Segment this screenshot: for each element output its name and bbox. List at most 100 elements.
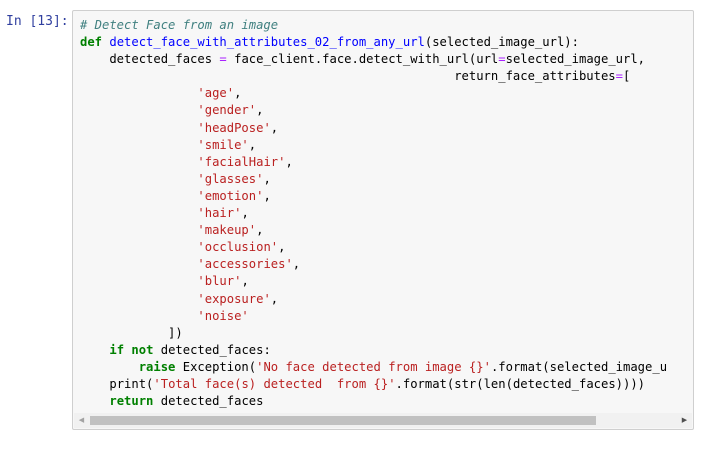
code-token: 'accessories'	[197, 257, 293, 272]
code-token: detected_faces:	[153, 342, 271, 357]
code-token: =	[219, 52, 227, 67]
code-token: =	[498, 52, 506, 67]
code-token: detected_faces	[153, 394, 264, 409]
code-content[interactable]: # Detect Face from an image def detect_fa…	[80, 17, 693, 410]
code-token: 'headPose'	[197, 120, 271, 135]
scroll-left-icon[interactable]: ◀	[74, 413, 89, 428]
code-line: return detected_faces	[80, 393, 693, 410]
code-line: detected_faces = face_client.face.detect…	[80, 51, 693, 68]
code-line: raise Exception('No face detected from i…	[80, 359, 693, 376]
code-token: Exception	[182, 359, 249, 374]
code-token: .format(selected_image_u	[490, 359, 668, 374]
code-token: ,	[270, 120, 279, 135]
code-token: =	[615, 69, 623, 84]
code-token: 'Total face(s) detected from {}'	[153, 376, 396, 391]
code-line: 'accessories',	[80, 256, 693, 273]
code-token: ,	[263, 188, 271, 203]
code-token: ,	[241, 274, 249, 289]
code-line: 'gender',	[80, 102, 693, 119]
code-token: ,	[270, 291, 279, 306]
code-token: ,	[241, 206, 249, 221]
code-line: 'age',	[80, 85, 693, 102]
code-token: ,	[234, 86, 242, 101]
code-token: (detected_faces))))	[505, 376, 646, 391]
horizontal-scrollbar[interactable]: ◀ ▶	[74, 413, 692, 428]
code-token: detect_face_with_attributes_02_from_any_…	[109, 35, 425, 50]
code-line: def detect_face_with_attributes_02_from_…	[80, 34, 693, 51]
code-token: [	[622, 69, 631, 84]
code-token: (selected_image_url):	[424, 35, 579, 50]
code-token: 'smile'	[197, 137, 249, 152]
code-token: 'blur'	[197, 274, 242, 289]
code-line: 'emotion',	[80, 188, 693, 205]
code-line: ])	[80, 325, 693, 342]
code-token: ,	[256, 103, 264, 118]
code-token: 'glasses'	[197, 171, 264, 186]
code-token: .format(	[395, 376, 455, 391]
code-token: 'age'	[197, 86, 235, 101]
code-token: detected_faces	[80, 52, 220, 67]
input-prompt: In [13]:	[6, 14, 69, 29]
code-token: ,	[285, 154, 293, 169]
code-line: 'exposure',	[80, 291, 693, 308]
code-line: 'headPose',	[80, 120, 693, 137]
code-token: print	[109, 376, 147, 391]
code-token: 'noise'	[197, 308, 249, 323]
code-token: ,	[292, 257, 301, 272]
code-line: 'noise'	[80, 308, 693, 325]
code-token: return	[109, 394, 154, 409]
code-token: 'gender'	[197, 103, 257, 118]
code-token: len	[483, 376, 506, 391]
code-token: if	[109, 342, 125, 357]
code-token: # Detect Face from an image	[80, 18, 279, 32]
code-token: raise	[138, 359, 176, 374]
notebook-code-cell: In [13]: # Detect Face from an image def …	[0, 0, 708, 454]
scrollbar-thumb[interactable]	[90, 416, 596, 425]
code-token: str	[454, 376, 477, 391]
code-token: not	[131, 342, 154, 357]
code-editor[interactable]: # Detect Face from an image def detect_fa…	[72, 10, 694, 430]
code-token: ])	[80, 325, 183, 340]
code-line: 'makeup',	[80, 222, 693, 239]
code-token: return_face_attributes	[80, 69, 616, 84]
code-token: 'emotion'	[197, 188, 264, 203]
code-token: 'exposure'	[197, 291, 271, 306]
code-line: # Detect Face from an image	[80, 17, 693, 34]
code-line: 'glasses',	[80, 171, 693, 188]
code-token: selected_image_url,	[505, 52, 646, 67]
code-token: 'occlusion'	[197, 240, 279, 255]
code-line: 'blur',	[80, 273, 693, 290]
code-line: 'facialHair',	[80, 154, 693, 171]
code-token: 'hair'	[197, 206, 242, 221]
code-token: 'makeup'	[197, 223, 257, 238]
code-line: return_face_attributes=[	[80, 68, 693, 85]
code-token: (	[476, 376, 484, 391]
code-token: 'No face detected from image {}'	[256, 359, 491, 374]
code-token: ,	[263, 171, 271, 186]
code-line: if not detected_faces:	[80, 342, 693, 359]
code-token: 'facialHair'	[197, 154, 286, 169]
scroll-right-icon[interactable]: ▶	[677, 413, 692, 428]
code-line: 'hair',	[80, 205, 693, 222]
code-token: face_client.face.detect_with_url(url	[226, 52, 499, 67]
code-token: ,	[278, 240, 286, 255]
